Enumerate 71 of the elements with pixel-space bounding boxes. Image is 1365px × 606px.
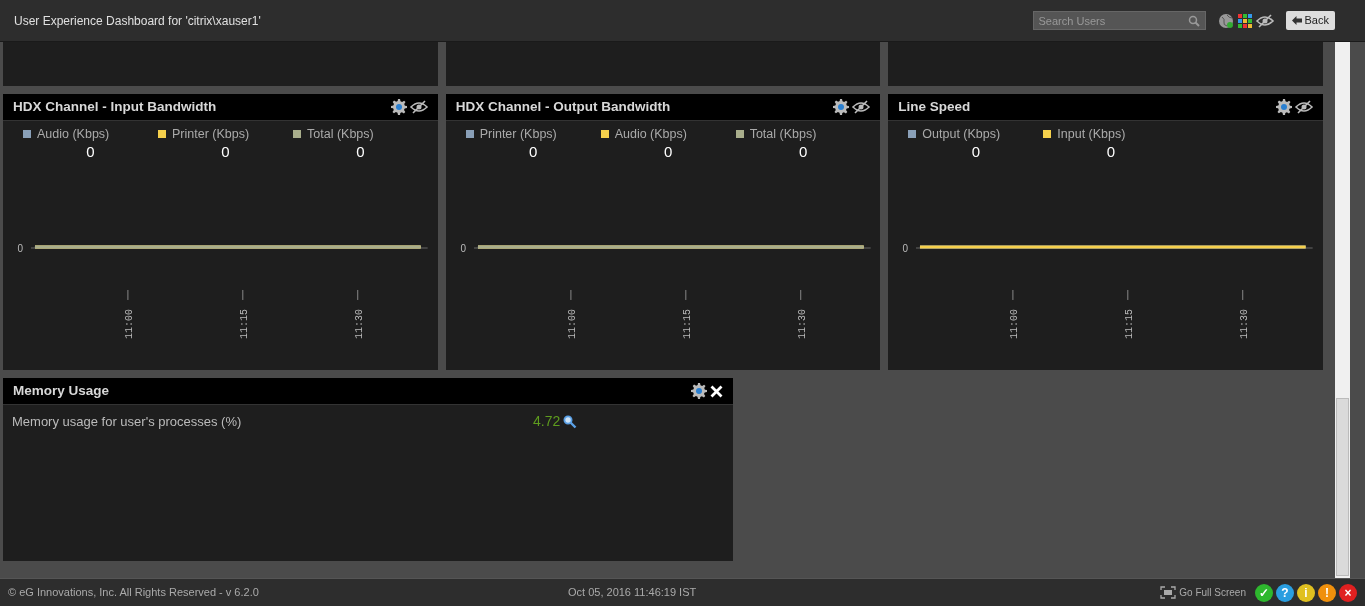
metric-label: Memory usage for user's processes (%): [11, 412, 243, 431]
panel-title: HDX Channel - Output Bandwidth: [455, 97, 671, 116]
legend-label: Total (Kbps): [749, 126, 817, 143]
dashboard-title: User Experience Dashboard for 'citrix\xauser1': [14, 12, 261, 30]
panel-title: HDX Channel - Input Bandwidth: [13, 97, 217, 116]
date-time: Oct 05, 2016 11:46:19 IST: [568, 585, 697, 601]
current-value: 0: [355, 143, 366, 159]
axis-tick-label: 11:15: [681, 308, 693, 339]
status-button[interactable]: ✓: [1255, 583, 1273, 602]
current-value: 0: [1105, 143, 1116, 159]
axis-tick-label: 11:30: [796, 308, 808, 339]
legend-label: Output (Kbps): [922, 126, 1001, 143]
scrollbar[interactable]: [1335, 42, 1350, 578]
axis-tick-label: 0: [902, 242, 909, 254]
full-screen-icon[interactable]: [1160, 586, 1177, 599]
panel-title: Line Speed: [898, 97, 971, 116]
tick-mark: [570, 289, 572, 301]
legend-label: Printer (Kbps): [172, 126, 250, 143]
axis-tick-label: 0: [17, 242, 23, 254]
eye-slash-icon[interactable]: [852, 100, 871, 114]
tick-mark: [685, 289, 686, 301]
axis-tick-label: 11:15: [238, 308, 250, 339]
current-value: 0: [798, 143, 809, 159]
eye-slash-icon[interactable]: [1255, 13, 1274, 28]
search-field[interactable]: Search Users: [1032, 11, 1206, 30]
tick-mark: [242, 289, 244, 301]
current-value: 0: [528, 143, 539, 159]
gear-icon[interactable]: [390, 99, 407, 115]
eye-slash-icon[interactable]: [409, 100, 428, 114]
tick-mark: [127, 289, 129, 301]
close-icon[interactable]: [710, 384, 723, 398]
status-button[interactable]: i: [1297, 583, 1315, 602]
axis-tick-label: 11:30: [353, 308, 365, 339]
grid-icon[interactable]: [1236, 12, 1253, 29]
search-icon[interactable]: [563, 415, 578, 430]
current-value: 0: [663, 143, 674, 159]
back-button[interactable]: Back: [1285, 11, 1335, 30]
current-value: 0: [85, 143, 96, 159]
tick-mark: [799, 289, 801, 301]
tick-mark: [357, 289, 359, 301]
current-value: 0: [220, 143, 231, 159]
status-button[interactable]: ?: [1276, 583, 1294, 602]
axis-tick-label: 11:00: [566, 308, 578, 339]
legend-label: Printer (Kbps): [479, 126, 557, 143]
eye-slash-icon[interactable]: [1295, 100, 1313, 114]
axis-tick-label: 11:15: [1124, 308, 1136, 339]
gear-icon[interactable]: [833, 99, 850, 115]
globe-icon[interactable]: [1217, 12, 1234, 29]
gear-icon[interactable]: [1276, 99, 1292, 115]
back-arrow-icon: [1291, 16, 1302, 25]
tick-mark: [1127, 289, 1129, 301]
legend-label: Audio (Kbps): [614, 126, 687, 143]
scrollbar-thumb[interactable]: [1336, 398, 1349, 576]
current-value: 0: [970, 143, 981, 159]
full-screen-link[interactable]: Go Full Screen: [1179, 585, 1246, 600]
search-icon: [1187, 15, 1200, 27]
legend-label: Audio (Kbps): [37, 126, 110, 143]
tick-mark: [1012, 289, 1014, 301]
axis-tick-label: 11:30: [1239, 308, 1251, 339]
copyright-text: © eG Innovations, Inc. All Rights Reserved - v 6.2.0: [8, 585, 260, 601]
legend-label: Total (Kbps): [307, 126, 374, 143]
metric-value: 4.72: [533, 412, 561, 431]
status-button[interactable]: !: [1318, 583, 1336, 602]
axis-tick-label: 11:00: [123, 308, 135, 339]
legend-label: Input (Kbps): [1057, 126, 1126, 143]
tick-mark: [1242, 289, 1244, 301]
status-button[interactable]: ×: [1339, 583, 1357, 602]
panel-title: Memory Usage: [13, 381, 110, 400]
axis-tick-label: 0: [460, 242, 466, 254]
axis-tick-label: 11:00: [1009, 308, 1021, 339]
gear-icon[interactable]: [691, 383, 707, 399]
